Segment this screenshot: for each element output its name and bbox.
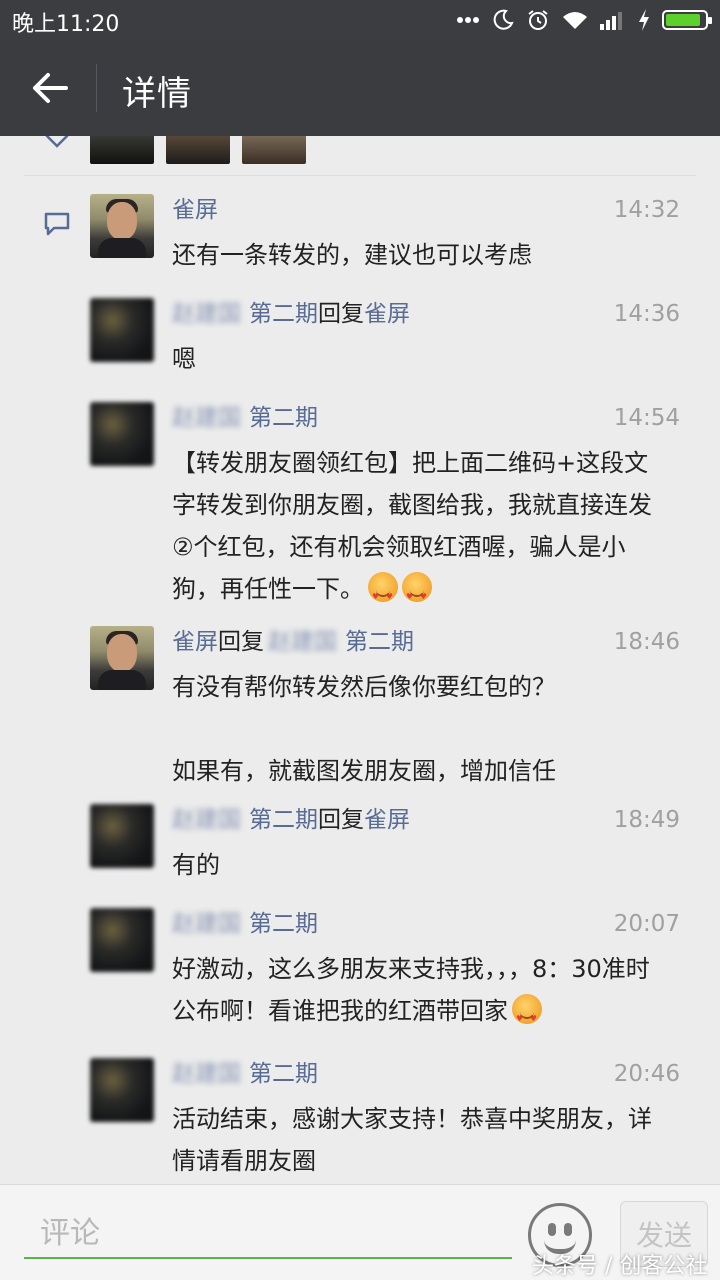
commenter-name[interactable]: 第二期 (249, 807, 318, 833)
comment-text: 活动结束，感谢大家支持！恭喜中奖朋友，详情请看朋友圈 (172, 1105, 652, 1175)
more-dots-icon (457, 17, 479, 23)
comment-item[interactable]: 赵建国 第二期 14:54 【转发朋友圈领红包】把上面二维码+这段文字转发到你朋友… (90, 402, 690, 618)
comment-icon (44, 212, 70, 236)
status-time: 晚上11:20 (12, 12, 120, 37)
avatar[interactable] (90, 804, 154, 868)
back-button[interactable] (22, 66, 78, 110)
appbar-divider (96, 64, 97, 112)
grinning-emoji-icon (512, 994, 542, 1040)
comment-item[interactable]: 赵建国 第二期 20:46 活动结束，感谢大家支持！恭喜中奖朋友，详情请看朋友圈 (90, 1058, 690, 1182)
moon-icon (493, 9, 514, 30)
comment-time: 20:07 (613, 911, 680, 937)
commenter-name[interactable]: 第二期 (249, 301, 318, 327)
status-bar: 晚上11:20 (0, 0, 720, 40)
comment-item[interactable]: 赵建国 第二期回复雀屏 14:36 嗯 (90, 298, 690, 388)
heart-eyes-emoji-icon (368, 572, 398, 618)
comment-time: 14:32 (613, 197, 680, 223)
comment-time: 18:49 (613, 807, 680, 833)
battery-icon (662, 10, 712, 30)
comment-section[interactable]: 雀屏 14:32 还有一条转发的，建议也可以考虑 赵建国 第二期回复雀屏 14:3… (24, 136, 696, 1184)
blurred-name: 赵建国 (172, 911, 241, 937)
avatar[interactable] (90, 402, 154, 466)
comment-text: 好激动，这么多朋友来支持我，，，8：30准时公布啊！看谁把我的红酒带回家 (172, 955, 650, 1025)
avatar[interactable] (90, 298, 154, 362)
avatar[interactable] (90, 1058, 154, 1122)
reply-word: 回复 (218, 629, 264, 655)
comment-time: 14:36 (613, 301, 680, 327)
like-avatar[interactable] (90, 136, 154, 164)
comment-time: 20:46 (613, 1061, 680, 1087)
signal-icon (600, 12, 622, 30)
comment-item[interactable]: 赵建国 第二期 20:07 好激动，这么多朋友来支持我，，，8：30准时公布啊！看… (90, 908, 690, 1040)
commenter-name[interactable]: 雀屏 (172, 197, 218, 223)
commenter-name[interactable]: 雀屏 (172, 629, 218, 655)
commenter-name[interactable]: 第二期 (249, 911, 318, 937)
blurred-name: 赵建国 (172, 405, 241, 431)
watermark: 头条号 / 创客公社 (532, 1254, 708, 1279)
comment-text: 有的 (172, 851, 220, 879)
comment-time: 14:54 (613, 405, 680, 431)
blurred-name: 赵建国 (172, 807, 241, 833)
avatar[interactable] (90, 194, 154, 258)
likes-row (24, 136, 696, 176)
comment-text: 有没有帮你转发然后像你要红包的？ 如果有，就截图发朋友圈，增加信任 (172, 673, 556, 785)
reply-word: 回复 (318, 301, 364, 327)
commenter-name[interactable]: 第二期 (249, 1061, 318, 1087)
charging-icon (639, 9, 649, 31)
comment-item[interactable]: 赵建国 第二期回复雀屏 18:49 有的 (90, 804, 690, 894)
avatar[interactable] (90, 626, 154, 690)
app-bar: 详情 (0, 40, 720, 136)
reply-to-name[interactable]: 雀屏 (364, 807, 410, 833)
commenter-name[interactable]: 第二期 (249, 405, 318, 431)
avatar[interactable] (90, 908, 154, 972)
battery-fill (666, 14, 700, 26)
comment-text: 嗯 (172, 345, 196, 373)
blurred-name: 赵建国 (172, 301, 241, 327)
heart-eyes-emoji-icon (402, 572, 432, 618)
reply-word: 回复 (318, 807, 364, 833)
comment-item[interactable]: 雀屏回复 赵建国 第二期 18:46 有没有帮你转发然后像你要红包的？ 如果有，就截… (90, 626, 690, 786)
status-icons (456, 7, 712, 33)
comment-time: 18:46 (613, 629, 680, 655)
page-title: 详情 (122, 74, 192, 114)
arrow-left-icon (33, 73, 68, 103)
reply-to-name[interactable]: 雀屏 (364, 301, 410, 327)
comment-input[interactable] (24, 1211, 512, 1259)
comment-item[interactable]: 雀屏 14:32 还有一条转发的，建议也可以考虑 (90, 194, 690, 284)
comment-text: 还有一条转发的，建议也可以考虑 (172, 241, 532, 269)
alarm-icon (528, 10, 548, 30)
wifi-icon (563, 12, 587, 29)
like-avatar[interactable] (242, 136, 306, 164)
blurred-name: 赵建国 (268, 629, 337, 655)
blurred-name: 赵建国 (172, 1061, 241, 1087)
like-avatar[interactable] (166, 136, 230, 164)
reply-to-name[interactable]: 第二期 (345, 629, 414, 655)
heart-icon (45, 136, 69, 148)
